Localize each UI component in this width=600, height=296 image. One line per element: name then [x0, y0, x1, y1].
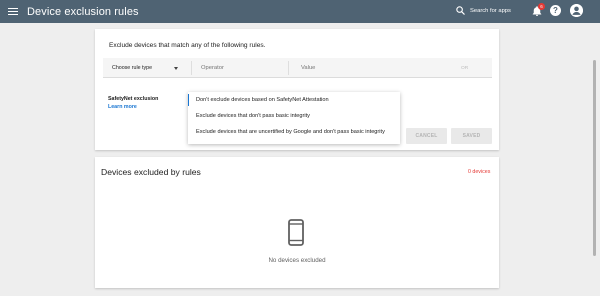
dropdown-option[interactable]: Exclude devices that don't pass basic in…	[188, 108, 400, 124]
learn-more-link[interactable]: Learn more	[108, 104, 137, 110]
account-icon	[570, 4, 583, 17]
excluded-devices-card: Devices excluded by rules 0 devices No d…	[95, 157, 499, 288]
safetynet-label: SafetyNet exclusion	[108, 96, 159, 102]
rule-row: Choose rule type Operator Value OR	[103, 58, 492, 78]
rules-heading: Exclude devices that match any of the fo…	[109, 42, 266, 49]
operator-field[interactable]: Operator	[201, 65, 224, 71]
exclusion-rules-card: Exclude devices that match any of the fo…	[95, 29, 499, 150]
section-title: Devices excluded by rules	[101, 167, 201, 177]
empty-state-text: No devices excluded	[268, 257, 326, 264]
chevron-down-icon[interactable]	[174, 67, 178, 70]
dropdown-option[interactable]: Exclude devices that are uncertified by …	[188, 124, 400, 140]
avatar[interactable]	[570, 4, 583, 17]
notification-badge: 6	[538, 3, 545, 10]
divider	[288, 61, 289, 75]
search-icon	[456, 6, 465, 15]
search-label: Search for apps	[470, 7, 511, 14]
saved-button[interactable]: SAVED	[451, 128, 492, 144]
rule-type-select[interactable]: Choose rule type	[112, 65, 152, 71]
menu-icon[interactable]	[8, 8, 18, 15]
page-title: Device exclusion rules	[27, 5, 139, 18]
search-button[interactable]: Search for apps	[455, 5, 511, 16]
divider	[191, 61, 192, 75]
device-count: 0 devices	[468, 169, 491, 175]
app-bar: Device exclusion rules Search for apps 6…	[0, 0, 600, 23]
dropdown-option[interactable]: Don't exclude devices based on SafetyNet…	[188, 92, 400, 108]
smartphone-icon	[288, 219, 304, 246]
help-icon[interactable]: ?	[550, 5, 561, 16]
value-field[interactable]: Value	[301, 65, 315, 71]
or-button[interactable]: OR	[461, 66, 468, 71]
scrollbar[interactable]	[593, 60, 596, 256]
cancel-button[interactable]: CANCEL	[406, 128, 447, 144]
safetynet-dropdown: Don't exclude devices based on SafetyNet…	[188, 92, 400, 144]
